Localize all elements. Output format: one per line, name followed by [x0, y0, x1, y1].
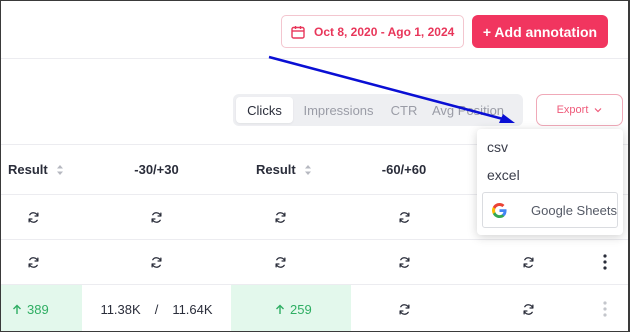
- metric-tabs: Clicks Impressions CTR Avg Position: [233, 94, 523, 126]
- arrow-up-icon: [276, 304, 284, 314]
- column-header-range-60: -60/+60: [381, 162, 427, 177]
- export-button[interactable]: Export: [536, 94, 623, 126]
- row-menu-button[interactable]: [595, 285, 615, 331]
- app-frame: Oct 8, 2020 - Ago 1, 2024 + Add annotati…: [0, 0, 630, 332]
- refresh-icon: [398, 256, 410, 268]
- column-header-label: Result: [256, 162, 296, 177]
- result-positive: 389: [1, 285, 82, 331]
- sort-icon: [304, 164, 311, 175]
- export-csv-option[interactable]: csv: [487, 139, 508, 155]
- more-vertical-icon: [603, 254, 607, 270]
- refresh-icon: [398, 211, 410, 223]
- tab-ctr[interactable]: CTR: [384, 97, 424, 123]
- refresh-icon: [274, 211, 286, 223]
- refresh-icon: [522, 303, 534, 315]
- result-value: 259: [290, 301, 312, 317]
- row-menu-button[interactable]: [595, 240, 615, 284]
- refresh-button[interactable]: [392, 195, 416, 239]
- export-label: Export: [556, 104, 589, 116]
- refresh-icon: [150, 256, 162, 268]
- export-menu: csv excel Google Sheets: [477, 129, 623, 235]
- refresh-button[interactable]: [392, 285, 416, 331]
- google-icon: [492, 202, 507, 218]
- refresh-button[interactable]: [268, 240, 292, 284]
- google-sheets-label: Google Sheets: [531, 202, 618, 218]
- range-b-value: 11.64K: [172, 301, 213, 317]
- export-google-sheets-option[interactable]: Google Sheets: [482, 192, 618, 228]
- column-header-result-2[interactable]: Result: [231, 145, 351, 194]
- column-header-result[interactable]: Result: [1, 145, 79, 194]
- refresh-button[interactable]: [144, 195, 168, 239]
- column-header-range-30: -30/+30: [134, 162, 179, 177]
- result-positive: 259: [231, 285, 351, 331]
- arrow-up-icon: [13, 304, 21, 314]
- refresh-icon: [398, 303, 410, 315]
- refresh-icon: [27, 211, 39, 223]
- refresh-button[interactable]: [516, 285, 540, 331]
- range-values: 11.38K / 11.64K: [82, 285, 231, 331]
- date-range-label: Oct 8, 2020 - Ago 1, 2024: [314, 24, 455, 39]
- tab-avg-position[interactable]: Avg Position: [424, 97, 514, 123]
- date-range-picker[interactable]: Oct 8, 2020 - Ago 1, 2024: [281, 15, 464, 48]
- sort-icon: [56, 164, 63, 175]
- refresh-icon: [274, 256, 286, 268]
- top-bar: Oct 8, 2020 - Ago 1, 2024 + Add annotati…: [1, 1, 628, 59]
- refresh-icon: [150, 211, 162, 223]
- range-separator: /: [154, 301, 159, 317]
- export-excel-option[interactable]: excel: [487, 167, 520, 183]
- refresh-button[interactable]: [516, 240, 540, 284]
- refresh-icon: [27, 256, 39, 268]
- tab-impressions[interactable]: Impressions: [293, 97, 384, 123]
- add-annotation-button[interactable]: + Add annotation: [472, 15, 608, 48]
- range-a-value: 11.38K: [100, 301, 141, 317]
- refresh-icon: [522, 256, 534, 268]
- result-value: 389: [27, 301, 49, 317]
- table-row: 389 11.38K / 11.64K 259: [1, 284, 628, 331]
- refresh-button[interactable]: [392, 240, 416, 284]
- refresh-button[interactable]: [144, 240, 168, 284]
- column-header-label: Result: [8, 162, 48, 177]
- refresh-button[interactable]: [21, 195, 45, 239]
- chevron-down-icon: [594, 108, 602, 113]
- refresh-button[interactable]: [268, 195, 292, 239]
- tab-clicks[interactable]: Clicks: [236, 97, 293, 123]
- table-row: [1, 239, 628, 284]
- more-vertical-icon: [603, 301, 607, 317]
- calendar-icon: [291, 25, 305, 39]
- refresh-button[interactable]: [21, 240, 45, 284]
